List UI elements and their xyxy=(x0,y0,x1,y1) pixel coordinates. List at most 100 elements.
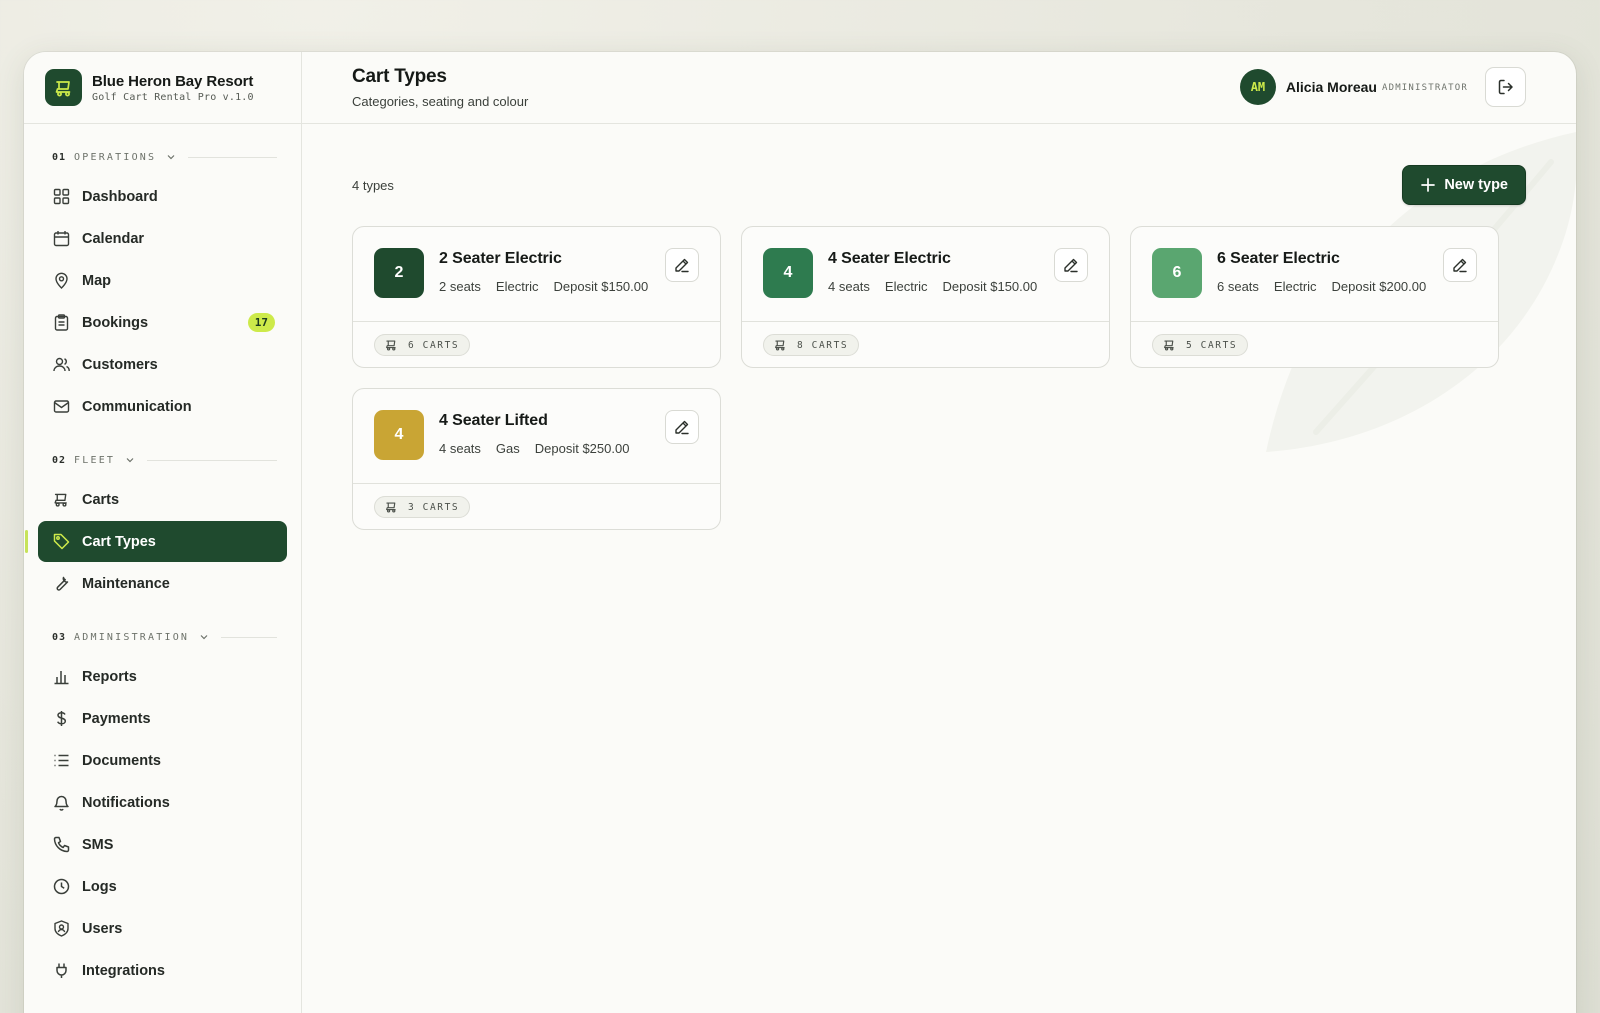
cart-count: 6 CARTS xyxy=(408,339,460,351)
seat-count-swatch: 6 xyxy=(1152,248,1202,298)
sidebar-item-carts[interactable]: Carts xyxy=(38,479,287,520)
sidebar-item-calendar[interactable]: Calendar xyxy=(38,218,287,259)
section-label: OPERATIONS xyxy=(74,151,157,163)
logout-button[interactable] xyxy=(1485,67,1526,107)
cart-types-content: 4 types New type 2 2 Seater Electric 2 s… xyxy=(302,124,1576,530)
section-administration[interactable]: 03 ADMINISTRATION xyxy=(24,628,301,646)
clock-icon xyxy=(52,878,70,896)
list-icon xyxy=(52,752,70,770)
sidebar: Blue Heron Bay Resort Golf Cart Rental P… xyxy=(24,52,302,1013)
main-area: Cart Types Categories, seating and colou… xyxy=(302,52,1576,1013)
sidebar-item-users[interactable]: Users xyxy=(38,908,287,949)
new-type-button[interactable]: New type xyxy=(1402,165,1526,205)
edit-button[interactable] xyxy=(665,410,699,444)
sidebar-item-logs[interactable]: Logs xyxy=(38,866,287,907)
divider xyxy=(221,636,277,638)
sidebar-item-maintenance[interactable]: Maintenance xyxy=(38,563,287,604)
sidebar-item-label: Calendar xyxy=(82,230,145,247)
sidebar-item-label: SMS xyxy=(82,836,114,853)
cart-icon xyxy=(52,491,70,509)
sidebar-item-payments[interactable]: Payments xyxy=(38,698,287,739)
cart-type-name: 6 Seater Electric xyxy=(1217,250,1340,267)
section-number: 01 xyxy=(52,151,67,163)
seat-count: 6 seats xyxy=(1217,279,1259,294)
sidebar-item-integrations[interactable]: Integrations xyxy=(38,950,287,991)
sidebar-item-label: Reports xyxy=(82,668,137,685)
cart-type-name: 2 Seater Electric xyxy=(439,250,562,267)
cart-count: 5 CARTS xyxy=(1186,339,1238,351)
seat-count: 4 seats xyxy=(828,279,870,294)
mail-icon xyxy=(52,398,70,416)
phone-icon xyxy=(52,836,70,854)
clipboard-icon xyxy=(52,314,70,332)
sidebar-item-sms[interactable]: SMS xyxy=(38,824,287,865)
dashboard-icon xyxy=(52,188,70,206)
section-fleet[interactable]: 02 FLEET xyxy=(24,451,301,469)
section-operations[interactable]: 01 OPERATIONS xyxy=(24,148,301,166)
fuel-type: Electric xyxy=(884,279,928,294)
sidebar-item-customers[interactable]: Customers xyxy=(38,344,287,385)
new-type-label: New type xyxy=(1444,177,1508,193)
sidebar-item-label: Notifications xyxy=(82,794,170,811)
sidebar-item-notifications[interactable]: Notifications xyxy=(38,782,287,823)
cart-count: 8 CARTS xyxy=(797,339,849,351)
brand-header[interactable]: Blue Heron Bay Resort Golf Cart Rental P… xyxy=(24,52,301,124)
edit-button[interactable] xyxy=(1443,248,1477,282)
sidebar-item-label: Bookings xyxy=(82,314,149,331)
cart-type-name: 4 Seater Lifted xyxy=(439,412,548,429)
edit-button[interactable] xyxy=(1054,248,1088,282)
deposit-amount: Deposit $250.00 xyxy=(534,441,630,456)
sidebar-item-communication[interactable]: Communication xyxy=(38,386,287,427)
type-count: 4 types xyxy=(352,177,394,193)
user-role: ADMINISTRATOR xyxy=(1381,83,1468,93)
plus-icon xyxy=(1421,178,1436,192)
cart-type-name: 4 Seater Electric xyxy=(828,250,951,267)
seat-count: 2 seats xyxy=(439,279,481,294)
fuel-type: Gas xyxy=(495,441,520,456)
cart-icon xyxy=(386,340,396,351)
cart-type-card[interactable]: 6 6 Seater Electric 6 seats Electric Dep… xyxy=(1130,226,1499,368)
shield-user-icon xyxy=(52,920,70,938)
sidebar-item-cart-types[interactable]: Cart Types xyxy=(25,521,287,562)
user-menu[interactable]: AM Alicia Moreau ADMINISTRATOR xyxy=(1239,69,1468,105)
page-subtitle: Categories, seating and colour xyxy=(352,94,529,109)
section-number: 03 xyxy=(52,631,67,643)
cart-count-chip: 8 CARTS xyxy=(763,334,860,356)
tag-icon xyxy=(52,533,70,551)
sidebar-item-label: Payments xyxy=(82,710,151,727)
deposit-amount: Deposit $200.00 xyxy=(1331,279,1427,294)
calendar-icon xyxy=(52,230,70,248)
sidebar-item-label: Maintenance xyxy=(82,575,170,592)
section-label: FLEET xyxy=(74,454,116,466)
cart-icon xyxy=(386,502,396,513)
sidebar-item-map[interactable]: Map xyxy=(38,260,287,301)
app-version: Golf Cart Rental Pro v.1.0 xyxy=(92,91,254,103)
sidebar-item-label: Cart Types xyxy=(82,533,156,550)
sidebar-item-label: Documents xyxy=(82,752,161,769)
cart-type-card[interactable]: 2 2 Seater Electric 2 seats Electric Dep… xyxy=(352,226,721,368)
sidebar-item-documents[interactable]: Documents xyxy=(38,740,287,781)
plug-icon xyxy=(52,962,70,980)
chevron-down-icon xyxy=(166,152,176,162)
sidebar-item-reports[interactable]: Reports xyxy=(38,656,287,697)
sidebar-item-bookings[interactable]: Bookings 17 xyxy=(38,302,287,343)
cart-type-card[interactable]: 4 4 Seater Lifted 4 seats Gas Deposit $2… xyxy=(352,388,721,530)
sidebar-item-label: Logs xyxy=(82,878,117,895)
chevron-down-icon xyxy=(125,455,135,465)
sidebar-item-dashboard[interactable]: Dashboard xyxy=(38,176,287,217)
cart-type-card[interactable]: 4 4 Seater Electric 4 seats Electric Dep… xyxy=(741,226,1110,368)
top-bar: Cart Types Categories, seating and colou… xyxy=(302,52,1576,124)
resort-name: Blue Heron Bay Resort xyxy=(92,72,254,90)
page-title: Cart Types xyxy=(352,66,447,87)
section-number: 02 xyxy=(52,454,67,466)
logout-icon xyxy=(1498,79,1513,95)
wrench-icon xyxy=(52,575,70,593)
pencil-icon xyxy=(675,258,689,273)
bell-icon xyxy=(52,794,70,812)
section-label: ADMINISTRATION xyxy=(74,631,190,643)
sidebar-item-label: Integrations xyxy=(82,962,165,979)
edit-button[interactable] xyxy=(665,248,699,282)
seat-count-swatch: 4 xyxy=(374,410,424,460)
deposit-amount: Deposit $150.00 xyxy=(942,279,1038,294)
seat-count: 4 seats xyxy=(439,441,481,456)
